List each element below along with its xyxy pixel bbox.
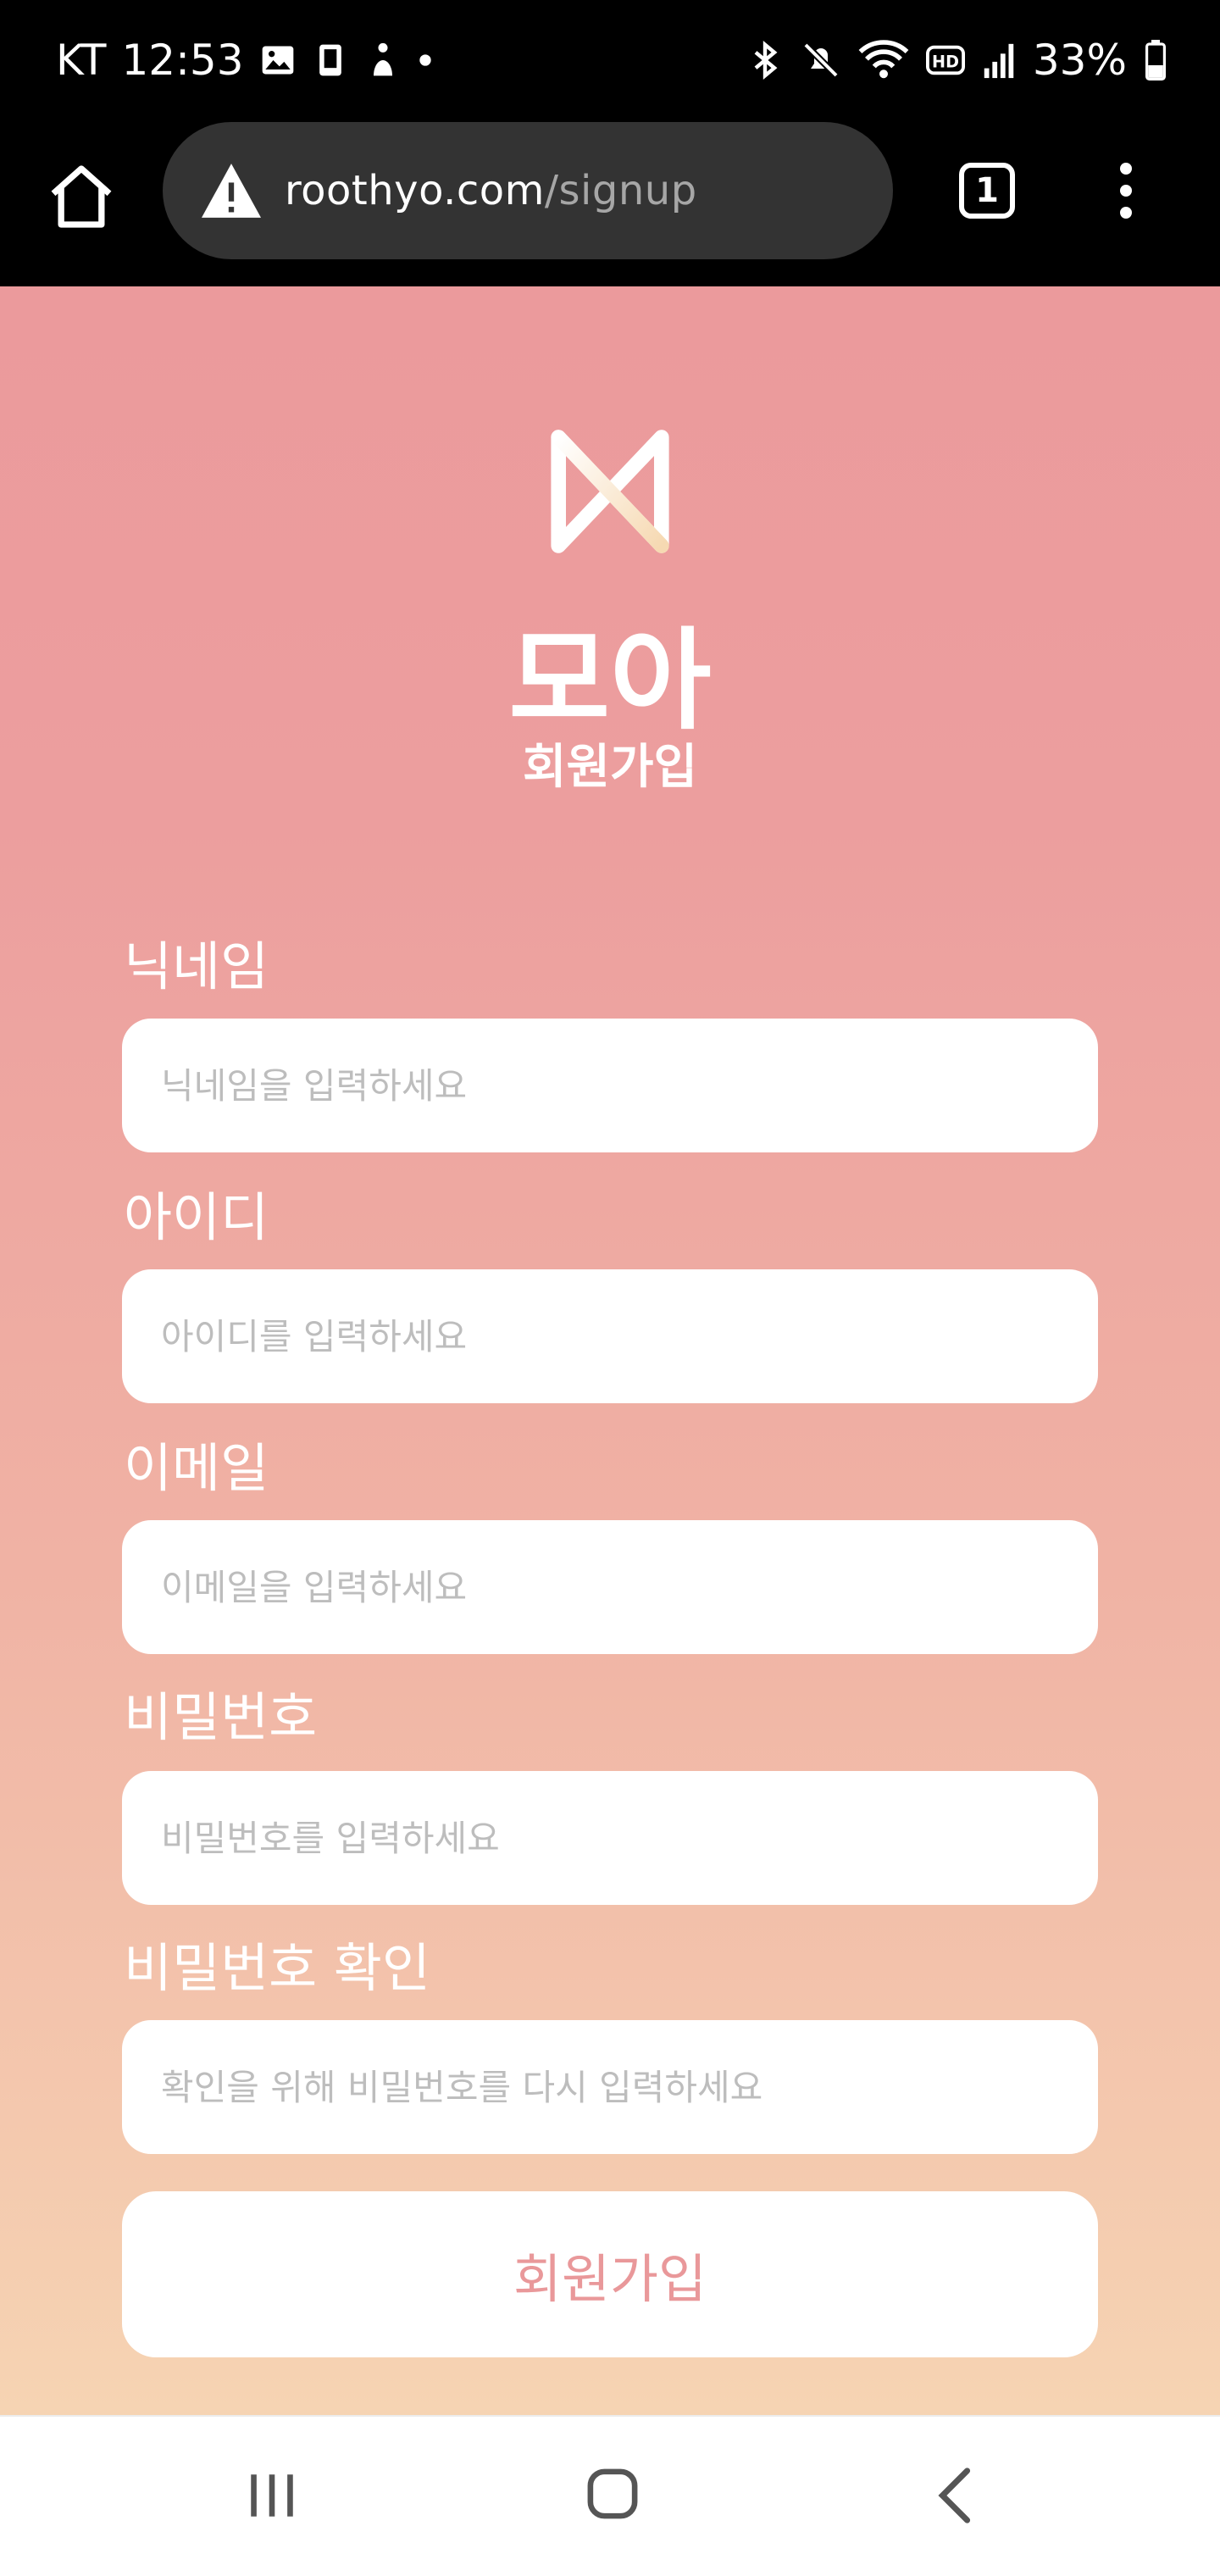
browser-toolbar: roothyo.com/signup 1 <box>0 119 1220 288</box>
carrier-label: KT <box>56 36 107 85</box>
signup-page: 모아 회원가입 닉네임 아이디 이메일 비밀번호 비밀번호 확인 회원가입 <box>0 286 1220 2415</box>
system-nav-bar <box>0 2415 1220 2576</box>
hd-icon: HD <box>925 45 965 75</box>
tab-count: 1 <box>975 171 999 210</box>
home-icon[interactable] <box>44 159 119 234</box>
mute-icon <box>803 42 839 78</box>
battery-percent: 33% <box>1032 36 1127 85</box>
nickname-input[interactable] <box>122 1019 1098 1152</box>
url-text[interactable]: roothyo.com/signup <box>285 167 697 214</box>
password-confirm-input[interactable] <box>122 2020 1098 2154</box>
moa-logo-icon <box>551 430 669 553</box>
tab-switcher-button[interactable]: 1 <box>959 163 1015 219</box>
recent-apps-icon[interactable] <box>244 2468 300 2523</box>
email-input[interactable] <box>122 1520 1098 1654</box>
tablet-icon <box>319 44 341 76</box>
dot-icon <box>419 54 431 66</box>
status-right: HD 33% <box>746 31 1167 90</box>
bluetooth-icon <box>754 40 778 80</box>
gallery-icon <box>262 46 293 75</box>
nickname-label: 닉네임 <box>124 935 269 997</box>
address-bar[interactable]: roothyo.com/signup <box>163 122 893 259</box>
signup-submit-button[interactable]: 회원가입 <box>122 2191 1098 2357</box>
page-subtitle: 회원가입 <box>522 740 698 795</box>
back-icon[interactable] <box>934 2466 976 2525</box>
status-bar: KT 12:53 HD 33% <box>0 0 1220 119</box>
url-path: /signup <box>544 167 697 214</box>
clock: 12:53 <box>121 36 244 85</box>
wifi-icon <box>858 40 909 79</box>
password-label: 비밀번호 <box>124 1686 318 1748</box>
warning-icon[interactable] <box>198 161 264 220</box>
nav-home-icon[interactable] <box>585 2466 640 2522</box>
more-menu-icon[interactable] <box>1113 163 1139 222</box>
userid-label: 아이디 <box>124 1186 269 1248</box>
password-input[interactable] <box>122 1771 1098 1905</box>
userid-input[interactable] <box>122 1269 1098 1403</box>
status-left: KT 12:53 <box>56 31 434 90</box>
password-confirm-label: 비밀번호 확인 <box>124 1937 430 1999</box>
url-host: roothyo.com <box>285 167 545 214</box>
email-label: 이메일 <box>124 1437 269 1499</box>
brand-title: 모아 <box>508 616 712 745</box>
signal-icon <box>984 43 1014 79</box>
accessibility-icon <box>373 42 392 76</box>
battery-icon <box>1145 40 1166 80</box>
svg-text:HD: HD <box>932 53 959 72</box>
